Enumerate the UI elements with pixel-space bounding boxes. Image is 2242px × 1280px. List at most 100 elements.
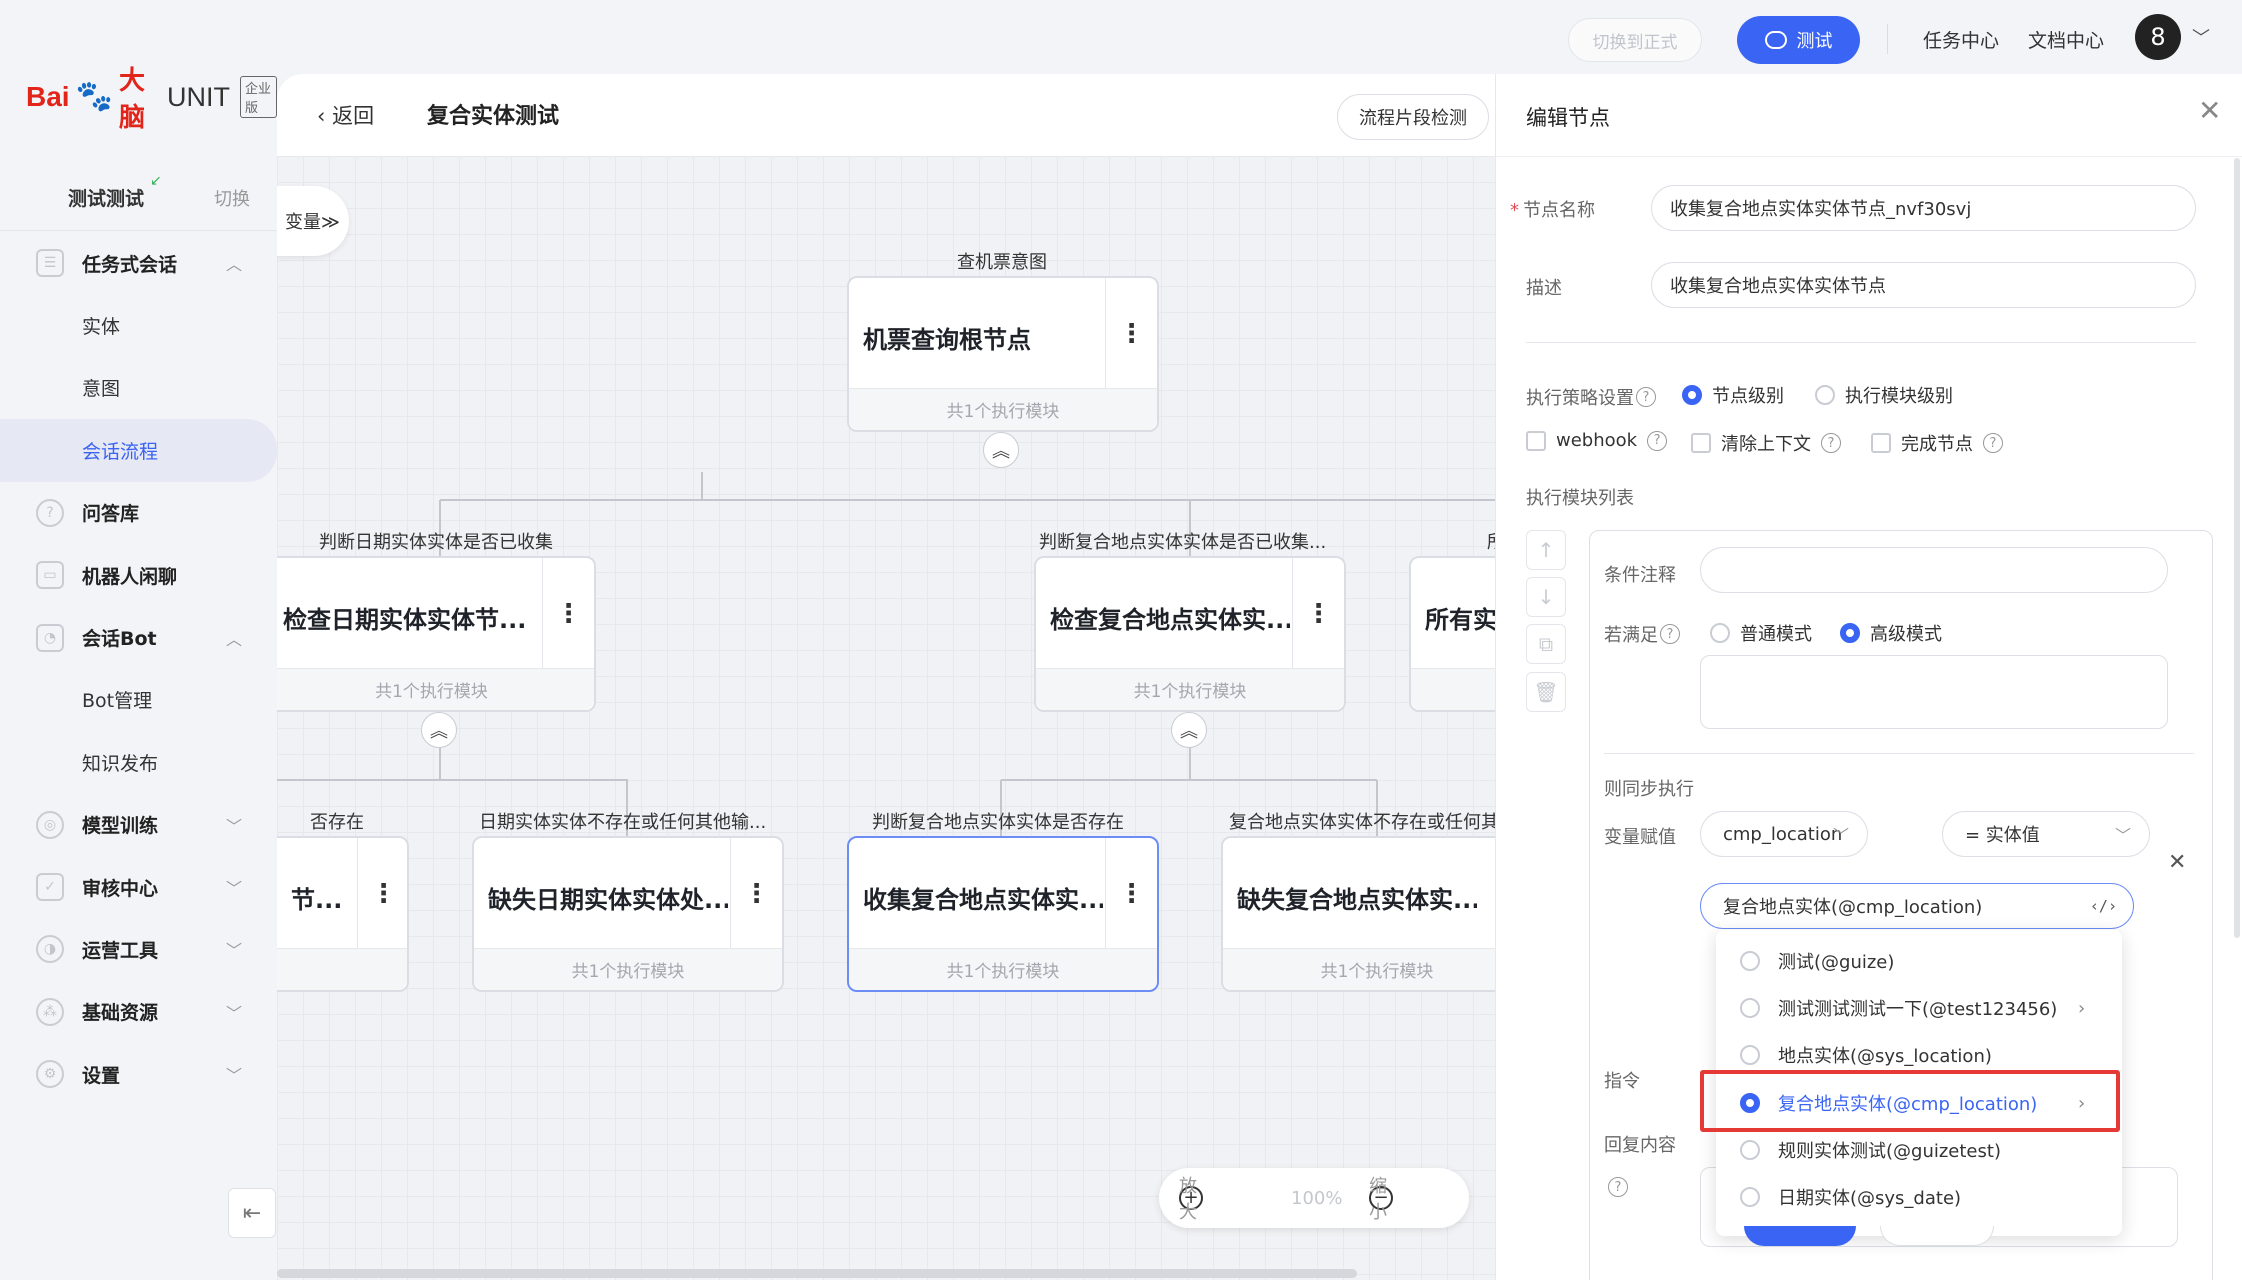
sidebar-item-ops-tools[interactable]: ◑ 运营工具 ﹀ xyxy=(0,918,277,980)
sidebar-item-model-training[interactable]: ◎ 模型训练 ﹀ xyxy=(0,794,277,856)
code-icon: ‹/› xyxy=(2089,897,2117,915)
node-label: 判断复合地点实体实体是否已收集... xyxy=(1039,532,1327,553)
tree-icon: ☰ xyxy=(36,249,64,278)
normal-mode-radio[interactable]: 普通模式 xyxy=(1710,620,1812,646)
variable-value-select[interactable]: 复合地点实体(@cmp_location) ‹/› xyxy=(1700,883,2134,929)
sidebar-item-review[interactable]: ✓ 审核中心 ﹀ xyxy=(0,856,277,918)
flow-canvas[interactable]: 变量≫ 查机票意图 机票查询根节点 ⋮ 共1个执行模块 ︽ 判断日期实体实体是否… xyxy=(277,156,1495,1280)
radio-unchecked-icon xyxy=(1740,1045,1760,1065)
divider xyxy=(1526,342,2196,343)
confirm-button-edge[interactable] xyxy=(1744,1226,1856,1246)
sidebar-item-task-dialog[interactable]: ☰ 任务式会话 ︿ xyxy=(0,232,277,294)
strategy-node-level-radio[interactable]: 节点级别 xyxy=(1682,382,1784,408)
cancel-button-edge[interactable] xyxy=(1880,1226,1994,1246)
brand-logo[interactable]: Bai 🐾 大脑 UNIT 企业版 xyxy=(26,60,277,134)
sidebar-item-bot-manage[interactable]: Bot管理 xyxy=(0,669,277,731)
flow-node-collect-cmp-location[interactable]: 收集复合地点实体实... ⋮ 共1个执行模块 xyxy=(847,836,1159,992)
sidebar-item-qa[interactable]: ? 问答库 xyxy=(0,482,277,544)
flow-node-exists[interactable]: 节... ⋮ xyxy=(277,836,409,992)
condition-expression-textarea[interactable] xyxy=(1700,655,2168,729)
node-label: 复合地点实体实体不存在或任何其 xyxy=(1229,812,1495,833)
flow-node-root[interactable]: 机票查询根节点 ⋮ 共1个执行模块 xyxy=(847,276,1159,432)
advanced-mode-radio[interactable]: 高级模式 xyxy=(1840,620,1942,646)
node-footer xyxy=(1411,668,1495,710)
strategy-module-level-radio[interactable]: 执行模块级别 xyxy=(1815,382,1953,408)
flow-node-check-date[interactable]: 检查日期实体实体节... ⋮ 共1个执行模块 xyxy=(277,556,596,712)
sidebar-item-resources[interactable]: ⁂ 基础资源 ﹀ xyxy=(0,981,277,1043)
collapse-up-icon[interactable]: ︽ xyxy=(1171,712,1207,748)
select-value: = 实体值 xyxy=(1965,825,2040,846)
project-switch-link[interactable]: 切换 xyxy=(214,185,250,211)
node-title: 所有实 xyxy=(1425,606,1495,634)
collapse-sidebar-button[interactable]: ⇤ xyxy=(228,1188,276,1238)
complete-node-checkbox[interactable]: 完成节点 ? xyxy=(1871,430,2003,456)
chevron-down-icon: ﹀ xyxy=(2114,826,2131,845)
more-icon[interactable]: ⋮ xyxy=(1105,278,1157,390)
flow-node-missing-date[interactable]: 缺失日期实体实体处... ⋮ 共1个执行模块 xyxy=(472,836,784,992)
doc-center-link[interactable]: 文档中心 xyxy=(2028,26,2104,53)
test-button[interactable]: 测试 xyxy=(1737,16,1860,64)
sidebar-item-label: Bot管理 xyxy=(82,690,153,713)
variable-op-select[interactable]: = 实体值 ﹀ xyxy=(1942,811,2150,857)
more-icon[interactable]: ⋮ xyxy=(730,838,782,950)
checkbox-label: webhook xyxy=(1556,430,1638,451)
copy-icon[interactable]: ⧉ xyxy=(1526,624,1566,664)
move-up-icon[interactable]: ↑ xyxy=(1526,530,1566,570)
edition-badge: 企业版 xyxy=(239,76,277,118)
variable-assign-label: 变量赋值 xyxy=(1604,827,1676,848)
sidebar-item-knowledge-publish[interactable]: 知识发布 xyxy=(0,731,277,793)
close-icon[interactable]: ✕ xyxy=(2198,94,2221,127)
node-name-input[interactable]: 收集复合地点实体实体节点_nvf30svj xyxy=(1651,185,2196,231)
flow-node-missing-cmp-location[interactable]: 缺失复合地点实体实... 共1个执行模块 xyxy=(1221,836,1495,992)
radio-checked-icon xyxy=(1682,385,1702,405)
sidebar-item-label: 问答库 xyxy=(82,503,140,526)
divider xyxy=(1496,156,2242,157)
more-icon[interactable]: ⋮ xyxy=(542,558,594,670)
flow-node-check-cmp-location[interactable]: 检查复合地点实体实... ⋮ 共1个执行模块 xyxy=(1034,556,1346,712)
select-value: 复合地点实体(@cmp_location) xyxy=(1723,897,1983,918)
more-icon[interactable]: ⋮ xyxy=(357,838,409,950)
sidebar-item-chitchat[interactable]: ▭ 机器人闲聊 xyxy=(0,544,277,606)
variables-toggle[interactable]: 变量≫ xyxy=(277,186,349,256)
dropdown-option[interactable]: 规则实体测试(@guizetest) xyxy=(1716,1127,2122,1173)
sidebar-item-label: 审核中心 xyxy=(82,877,159,900)
variable-name-select[interactable]: cmp_location ﹀ xyxy=(1700,811,1868,857)
collapse-up-icon[interactable]: ︽ xyxy=(421,712,457,748)
sidebar-nav: ☰ 任务式会话 ︿ 实体 意图 会话流程 ? 问答库 ▭ 机器人闲聊 ◔ 会话B… xyxy=(0,232,277,1105)
more-icon[interactable]: ⋮ xyxy=(1292,558,1344,670)
description-input[interactable]: 收集复合地点实体实体节点 xyxy=(1651,262,2196,308)
panel-scrollbar[interactable] xyxy=(2234,158,2240,938)
remove-assignment-icon[interactable]: ✕ xyxy=(2168,850,2186,875)
back-link[interactable]: ‹ 返回 xyxy=(317,100,374,130)
trash-icon[interactable]: 🗑 xyxy=(1526,672,1566,712)
switch-to-formal-button[interactable]: 切换到正式 xyxy=(1568,18,1702,62)
condition-note-input[interactable] xyxy=(1700,547,2168,593)
canvas-scrollbar[interactable] xyxy=(277,1269,1357,1278)
flow-node-all[interactable]: 所有实 xyxy=(1409,556,1495,712)
task-center-link[interactable]: 任务中心 xyxy=(1923,26,1999,53)
node-label: 判断日期实体实体是否已收集 xyxy=(319,532,553,553)
chevron-down-icon[interactable]: ﹀ xyxy=(2192,24,2210,50)
sidebar-item-label: 任务式会话 xyxy=(82,253,178,276)
move-down-icon[interactable]: ↓ xyxy=(1526,577,1566,617)
dropdown-option[interactable]: 日期实体(@sys_date) xyxy=(1716,1174,2122,1220)
dropdown-option[interactable]: 测试(@guize) xyxy=(1716,938,2122,984)
sidebar-item-settings[interactable]: ⚙ 设置 ﹀ xyxy=(0,1043,277,1105)
sidebar-item-intent[interactable]: 意图 xyxy=(0,357,277,419)
webhook-checkbox[interactable]: webhook ? xyxy=(1526,430,1668,451)
collapse-up-icon[interactable]: ︽ xyxy=(983,432,1019,468)
avatar[interactable]: 8 xyxy=(2135,14,2181,60)
sidebar-item-label: 基础资源 xyxy=(82,1002,159,1025)
clear-context-checkbox[interactable]: 清除上下文 ? xyxy=(1691,430,1841,456)
sidebar-item-bot[interactable]: ◔ 会话Bot ︿ xyxy=(0,606,277,668)
sidebar-item-label: 会话流程 xyxy=(82,440,159,463)
chevron-left-icon: ‹ xyxy=(317,104,333,128)
node-title: 检查复合地点实体实... xyxy=(1050,606,1290,634)
more-icon[interactable]: ⋮ xyxy=(1105,838,1157,950)
sidebar-item-dialog-flow[interactable]: 会话流程 xyxy=(0,419,277,482)
sidebar-item-entity[interactable]: 实体 xyxy=(0,294,277,356)
radio-unchecked-icon xyxy=(1740,998,1760,1018)
dropdown-option[interactable]: 测试测试测试一下(@test123456) › xyxy=(1716,985,2122,1031)
flow-check-button[interactable]: 流程片段检测 xyxy=(1337,94,1489,140)
node-name-label: * 节点名称 xyxy=(1510,200,1595,221)
